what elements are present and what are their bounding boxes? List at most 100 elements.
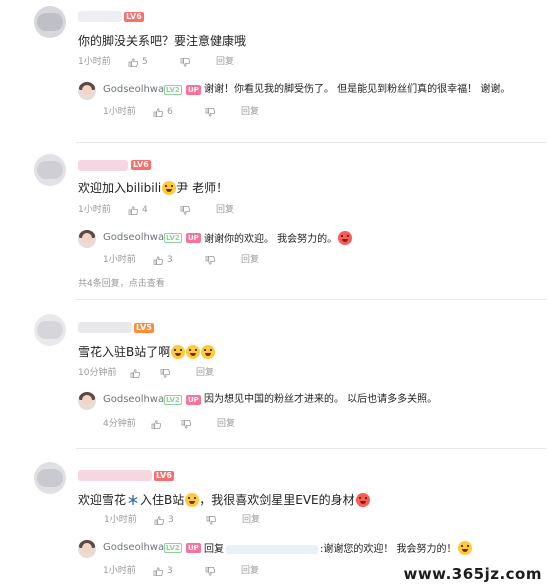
level-badge: LV2: [164, 233, 182, 243]
up-avatar[interactable]: [78, 230, 96, 248]
thumbs-down-icon: [180, 205, 190, 215]
commenter-name-blurred[interactable]: [78, 470, 152, 481]
commenter-name-blurred[interactable]: [78, 160, 128, 171]
divider: [76, 448, 546, 449]
comment-time: 10分钟前: [78, 368, 117, 378]
emoji-icon: [185, 493, 200, 507]
mention-blurred[interactable]: [226, 544, 318, 554]
reply-meta: 1小时前 3 回复: [103, 565, 259, 577]
thumbs-down-icon: [205, 107, 215, 117]
reply-button[interactable]: 回复: [216, 56, 234, 68]
level-badge: LV6: [124, 12, 144, 22]
comment-time: 1小时前: [78, 57, 111, 67]
like-button[interactable]: [151, 419, 181, 429]
reply-username[interactable]: Godseolhwa: [103, 394, 164, 406]
up-badge: UP: [186, 543, 201, 553]
dislike-button[interactable]: [180, 205, 216, 215]
reply-text: 回复:谢谢您的欢迎！ 我会努力的！: [204, 541, 472, 556]
emoji-icon: [201, 345, 216, 359]
comment-text: 你的脚没关系吧？要注意健康哦: [78, 34, 247, 48]
dislike-button[interactable]: [181, 419, 217, 429]
expand-replies-link[interactable]: 共4条回复，点击查看: [78, 276, 165, 289]
like-count: 3: [168, 515, 174, 525]
dislike-button[interactable]: [160, 368, 196, 378]
thumbs-up-icon: [153, 107, 163, 117]
emoji-icon: [338, 231, 353, 245]
up-avatar[interactable]: [78, 82, 96, 100]
level-badge: LV5: [134, 323, 154, 333]
like-button[interactable]: [130, 368, 160, 378]
comment-meta: 1小时前 3 回复: [104, 514, 260, 526]
reply-time: 1小时前: [103, 255, 136, 265]
comment-text: 雪花入驻B站了啊: [78, 344, 216, 360]
up-avatar[interactable]: [78, 392, 96, 410]
like-button[interactable]: 3: [154, 514, 206, 526]
dislike-button[interactable]: [205, 255, 241, 265]
comment-text-part: 欢迎加入bilibili: [78, 181, 162, 195]
reply-username[interactable]: Godseolhwa: [103, 542, 164, 554]
dislike-button[interactable]: [180, 57, 216, 67]
comment-1: LV6 你的脚没关系吧？要注意健康哦 1小时前 5 回复 Godseolhwa …: [0, 0, 550, 140]
comment-time: 1小时前: [78, 205, 111, 215]
reply-text: 谢谢！你看见我的脚受伤了。 但是能见到粉丝们真的很幸福！ 谢谢。: [204, 84, 511, 95]
reply-time: 1小时前: [103, 566, 136, 576]
level-badge: LV2: [164, 543, 182, 553]
level-badge: LV2: [164, 395, 182, 405]
commenter-name-blurred[interactable]: [78, 11, 122, 22]
reply-button[interactable]: 回复: [242, 514, 260, 526]
sub-reply: Godseolhwa LV2 UP 谢谢你的欢迎。 我会努力的。 1小时前 3 …: [78, 228, 538, 272]
comment-text-part: 入住B站: [140, 493, 185, 507]
commenter-avatar[interactable]: [34, 154, 66, 186]
up-badge: UP: [186, 233, 201, 243]
commenter-avatar[interactable]: [34, 314, 66, 346]
thumbs-down-icon: [205, 255, 215, 265]
comment-text-part: 雪花入驻B站了啊: [78, 345, 171, 359]
like-count: 3: [167, 255, 173, 265]
like-button[interactable]: 6: [153, 106, 205, 118]
like-count: 3: [167, 566, 173, 576]
up-badge: UP: [186, 85, 201, 95]
thumbs-down-icon: [160, 368, 170, 378]
like-button[interactable]: 3: [153, 565, 205, 577]
comment-2: LV6 欢迎加入bilibili 尹 老师！ 1小时前 4 回复 Godseolh…: [0, 148, 550, 298]
reply-meta: 4分钟前 回复: [103, 418, 235, 430]
reply-button[interactable]: 回复: [241, 254, 259, 266]
thumbs-up-icon: [128, 205, 138, 215]
dislike-button[interactable]: [205, 107, 241, 117]
like-button[interactable]: 4: [128, 204, 180, 216]
reply-text: 因为想见中国的粉丝才进来的。 以后也请多多关照。: [204, 394, 438, 405]
like-button[interactable]: 5: [128, 56, 180, 68]
emoji-icon: [457, 541, 472, 555]
sub-reply: Godseolhwa LV2 UP 因为想见中国的粉丝才进来的。 以后也请多多关…: [78, 390, 538, 434]
like-count: 4: [142, 205, 148, 215]
reply-button[interactable]: 回复: [241, 565, 259, 577]
snowflake-icon: [128, 495, 138, 505]
dislike-button[interactable]: [205, 566, 241, 576]
level-badge: LV2: [164, 85, 182, 95]
reply-username[interactable]: Godseolhwa: [103, 84, 164, 96]
thumbs-down-icon: [180, 57, 190, 67]
reply-button[interactable]: 回复: [216, 204, 234, 216]
site-watermark: www.365jz.com: [403, 565, 542, 583]
like-button[interactable]: 3: [153, 254, 205, 266]
divider: [76, 299, 546, 300]
thumbs-down-icon: [206, 515, 216, 525]
comment-text-part: 尹 老师！: [176, 181, 229, 195]
comment-time: 1小时前: [104, 515, 137, 525]
reply-button[interactable]: 回复: [217, 418, 235, 430]
reply-button[interactable]: 回复: [196, 367, 214, 379]
commenter-name-blurred[interactable]: [78, 322, 132, 333]
emoji-icon: [171, 345, 186, 359]
reply-text: 谢谢你的欢迎。 我会努力的。: [204, 231, 353, 246]
like-count: 6: [167, 107, 173, 117]
level-badge: LV6: [154, 471, 174, 481]
dislike-button[interactable]: [206, 515, 242, 525]
reply-text-part: :谢谢您的欢迎！ 我会努力的！: [320, 544, 457, 555]
commenter-avatar[interactable]: [34, 462, 66, 494]
up-badge: UP: [186, 395, 201, 405]
reply-button[interactable]: 回复: [241, 106, 259, 118]
reply-username[interactable]: Godseolhwa: [103, 232, 164, 244]
up-avatar[interactable]: [78, 540, 96, 558]
commenter-avatar[interactable]: [34, 6, 66, 38]
divider: [76, 142, 546, 143]
